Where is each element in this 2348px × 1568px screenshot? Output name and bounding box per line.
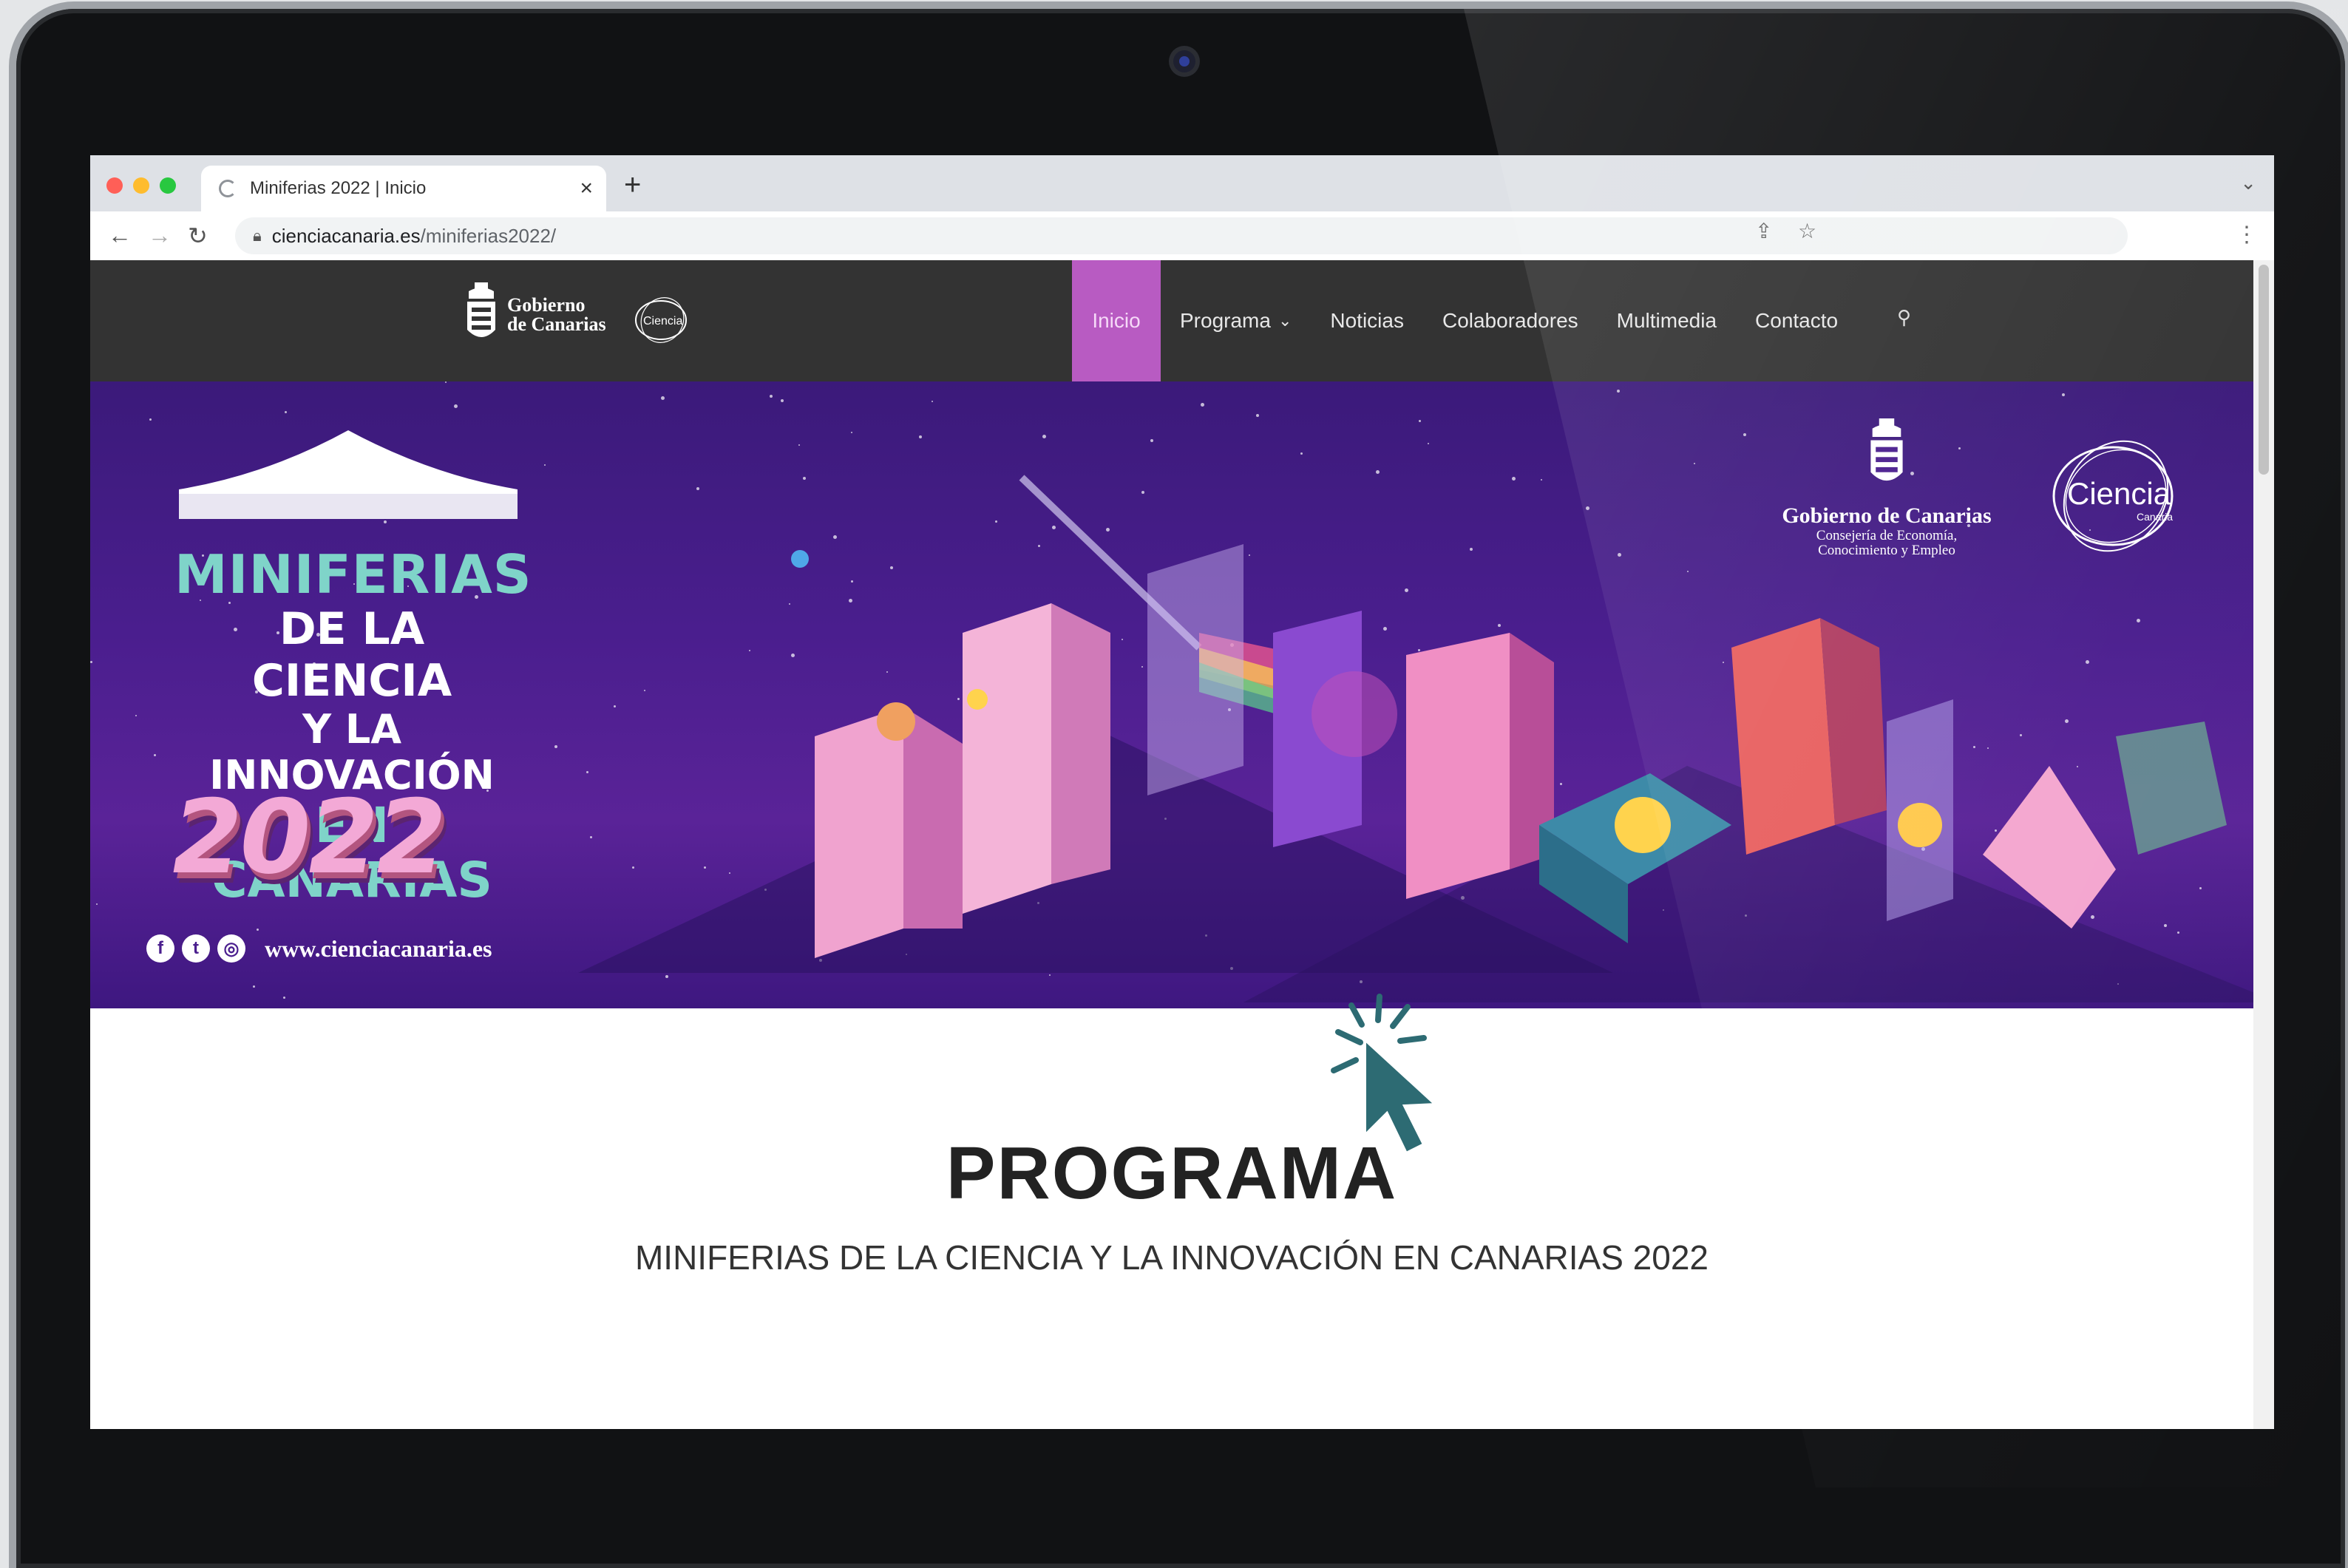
loading-favicon-icon <box>219 180 237 197</box>
webcam <box>1173 50 1195 72</box>
hero-website: www.cienciacanaria.es <box>265 934 492 962</box>
page-subtitle: MINIFERIAS DE LA CIENCIA Y LA INNOVACIÓN… <box>634 1238 1709 1277</box>
minimize-window-button[interactable] <box>133 177 149 194</box>
tab-title: Miniferias 2022 | Inicio <box>250 178 427 198</box>
star-dot <box>283 997 285 999</box>
page-scrollbar[interactable] <box>2253 260 2274 1429</box>
nav-item-contacto[interactable]: Contacto <box>1736 260 1857 381</box>
site-header: Gobierno de Canarias Ciencia Inicio Prog… <box>90 260 2253 381</box>
star-dot <box>285 411 287 413</box>
star-dot <box>96 903 98 905</box>
nav-item-multimedia[interactable]: Multimedia <box>1598 260 1736 381</box>
share-icon[interactable]: ⇪ <box>1755 219 1772 243</box>
ciencia-canaria-logo[interactable]: Ciencia <box>633 294 692 346</box>
tent-icon <box>179 430 518 519</box>
star-dot <box>770 395 773 398</box>
star-dot <box>932 401 933 402</box>
canarias-crest-icon <box>467 282 495 337</box>
new-tab-button[interactable]: + <box>624 169 641 202</box>
svg-text:Canaria: Canaria <box>2137 511 2173 523</box>
star-dot <box>2062 393 2065 396</box>
maximize-window-button[interactable] <box>160 177 176 194</box>
close-tab-icon[interactable]: × <box>580 176 593 201</box>
address-toolbar: ← → ↻ 🔒︎ cienciacanaria.es/miniferias202… <box>90 211 2274 261</box>
tab-search-chevron-icon[interactable]: ⌄ <box>2240 172 2256 194</box>
star-dot <box>544 464 546 466</box>
star-dot <box>1201 403 1204 407</box>
star-dot <box>90 661 92 663</box>
star-dot <box>445 381 447 383</box>
click-cursor-icon <box>1331 994 1439 1155</box>
nav-item-inicio[interactable]: Inicio <box>1072 260 1161 381</box>
canarias-crest-icon <box>1870 418 1903 481</box>
browser-window: Miniferias 2022 | Inicio × + ⌄ ← → ↻ 🔒︎ … <box>90 155 2274 1429</box>
hero-banner: MINIFERIAS DE LA CIENCIA Y LA INNOVACIÓN… <box>90 381 2253 1008</box>
star-dot <box>257 929 259 931</box>
svg-text:Ciencia: Ciencia <box>643 315 682 327</box>
url-text: cienciacanaria.es/miniferias2022/ <box>271 224 557 247</box>
star-dot <box>154 754 156 756</box>
nav-item-colaboradores[interactable]: Colaboradores <box>1423 260 1598 381</box>
forward-arrow-icon[interactable]: → <box>148 222 172 249</box>
back-arrow-icon[interactable]: ← <box>108 222 132 249</box>
search-icon[interactable]: ⚲ <box>1897 306 1911 329</box>
star-dot <box>1617 390 1620 393</box>
hero-social-links: f t ◎ www.cienciacanaria.es <box>146 934 492 963</box>
close-window-button[interactable] <box>106 177 123 194</box>
chevron-down-icon: ⌄ <box>1278 311 1292 330</box>
svg-text:Ciencia: Ciencia <box>2067 476 2171 511</box>
hero-ciencia-canaria-logo: Ciencia Canaria <box>2052 440 2174 552</box>
nav-item-programa[interactable]: Programa ⌄ <box>1161 260 1311 381</box>
reload-icon[interactable]: ↻ <box>188 222 208 250</box>
tab-bar: Miniferias 2022 | Inicio × + ⌄ <box>90 155 2274 211</box>
scrollbar-thumb[interactable] <box>2259 265 2269 475</box>
gobierno-canarias-logo[interactable]: Gobierno de Canarias <box>464 282 606 347</box>
twitter-icon[interactable]: t <box>182 934 210 963</box>
star-dot <box>149 418 152 421</box>
star-dot <box>253 985 255 988</box>
hero-gobierno-canarias-logo: Gobierno de Canarias Consejería de Econo… <box>1768 418 2005 558</box>
url-bar[interactable]: 🔒︎ cienciacanaria.es/miniferias2022/ <box>235 217 2128 254</box>
star-dot <box>454 404 458 408</box>
star-dot <box>135 715 137 716</box>
facebook-icon[interactable]: f <box>146 934 174 963</box>
gobierno-canarias-text: Gobierno de Canarias <box>507 294 606 335</box>
star-dot <box>781 399 784 402</box>
bookmark-star-icon[interactable]: ☆ <box>1798 219 1816 243</box>
main-content: PROGRAMA MINIFERIAS DE LA CIENCIA Y LA I… <box>90 1008 2253 1429</box>
instagram-icon[interactable]: ◎ <box>217 934 245 963</box>
star-dot <box>554 745 557 748</box>
hero-year: 2022 <box>160 778 455 897</box>
lock-icon[interactable]: 🔒︎ <box>253 226 262 245</box>
page-title: PROGRAMA <box>946 1132 1398 1215</box>
browser-tab-active[interactable]: Miniferias 2022 | Inicio × <box>201 166 606 211</box>
browser-menu-icon[interactable]: ⋮ <box>2236 222 2258 248</box>
star-dot <box>661 396 665 400</box>
nav-item-noticias[interactable]: Noticias <box>1311 260 1423 381</box>
main-navigation: Inicio Programa ⌄ Noticias Colaboradores … <box>1072 260 1857 381</box>
